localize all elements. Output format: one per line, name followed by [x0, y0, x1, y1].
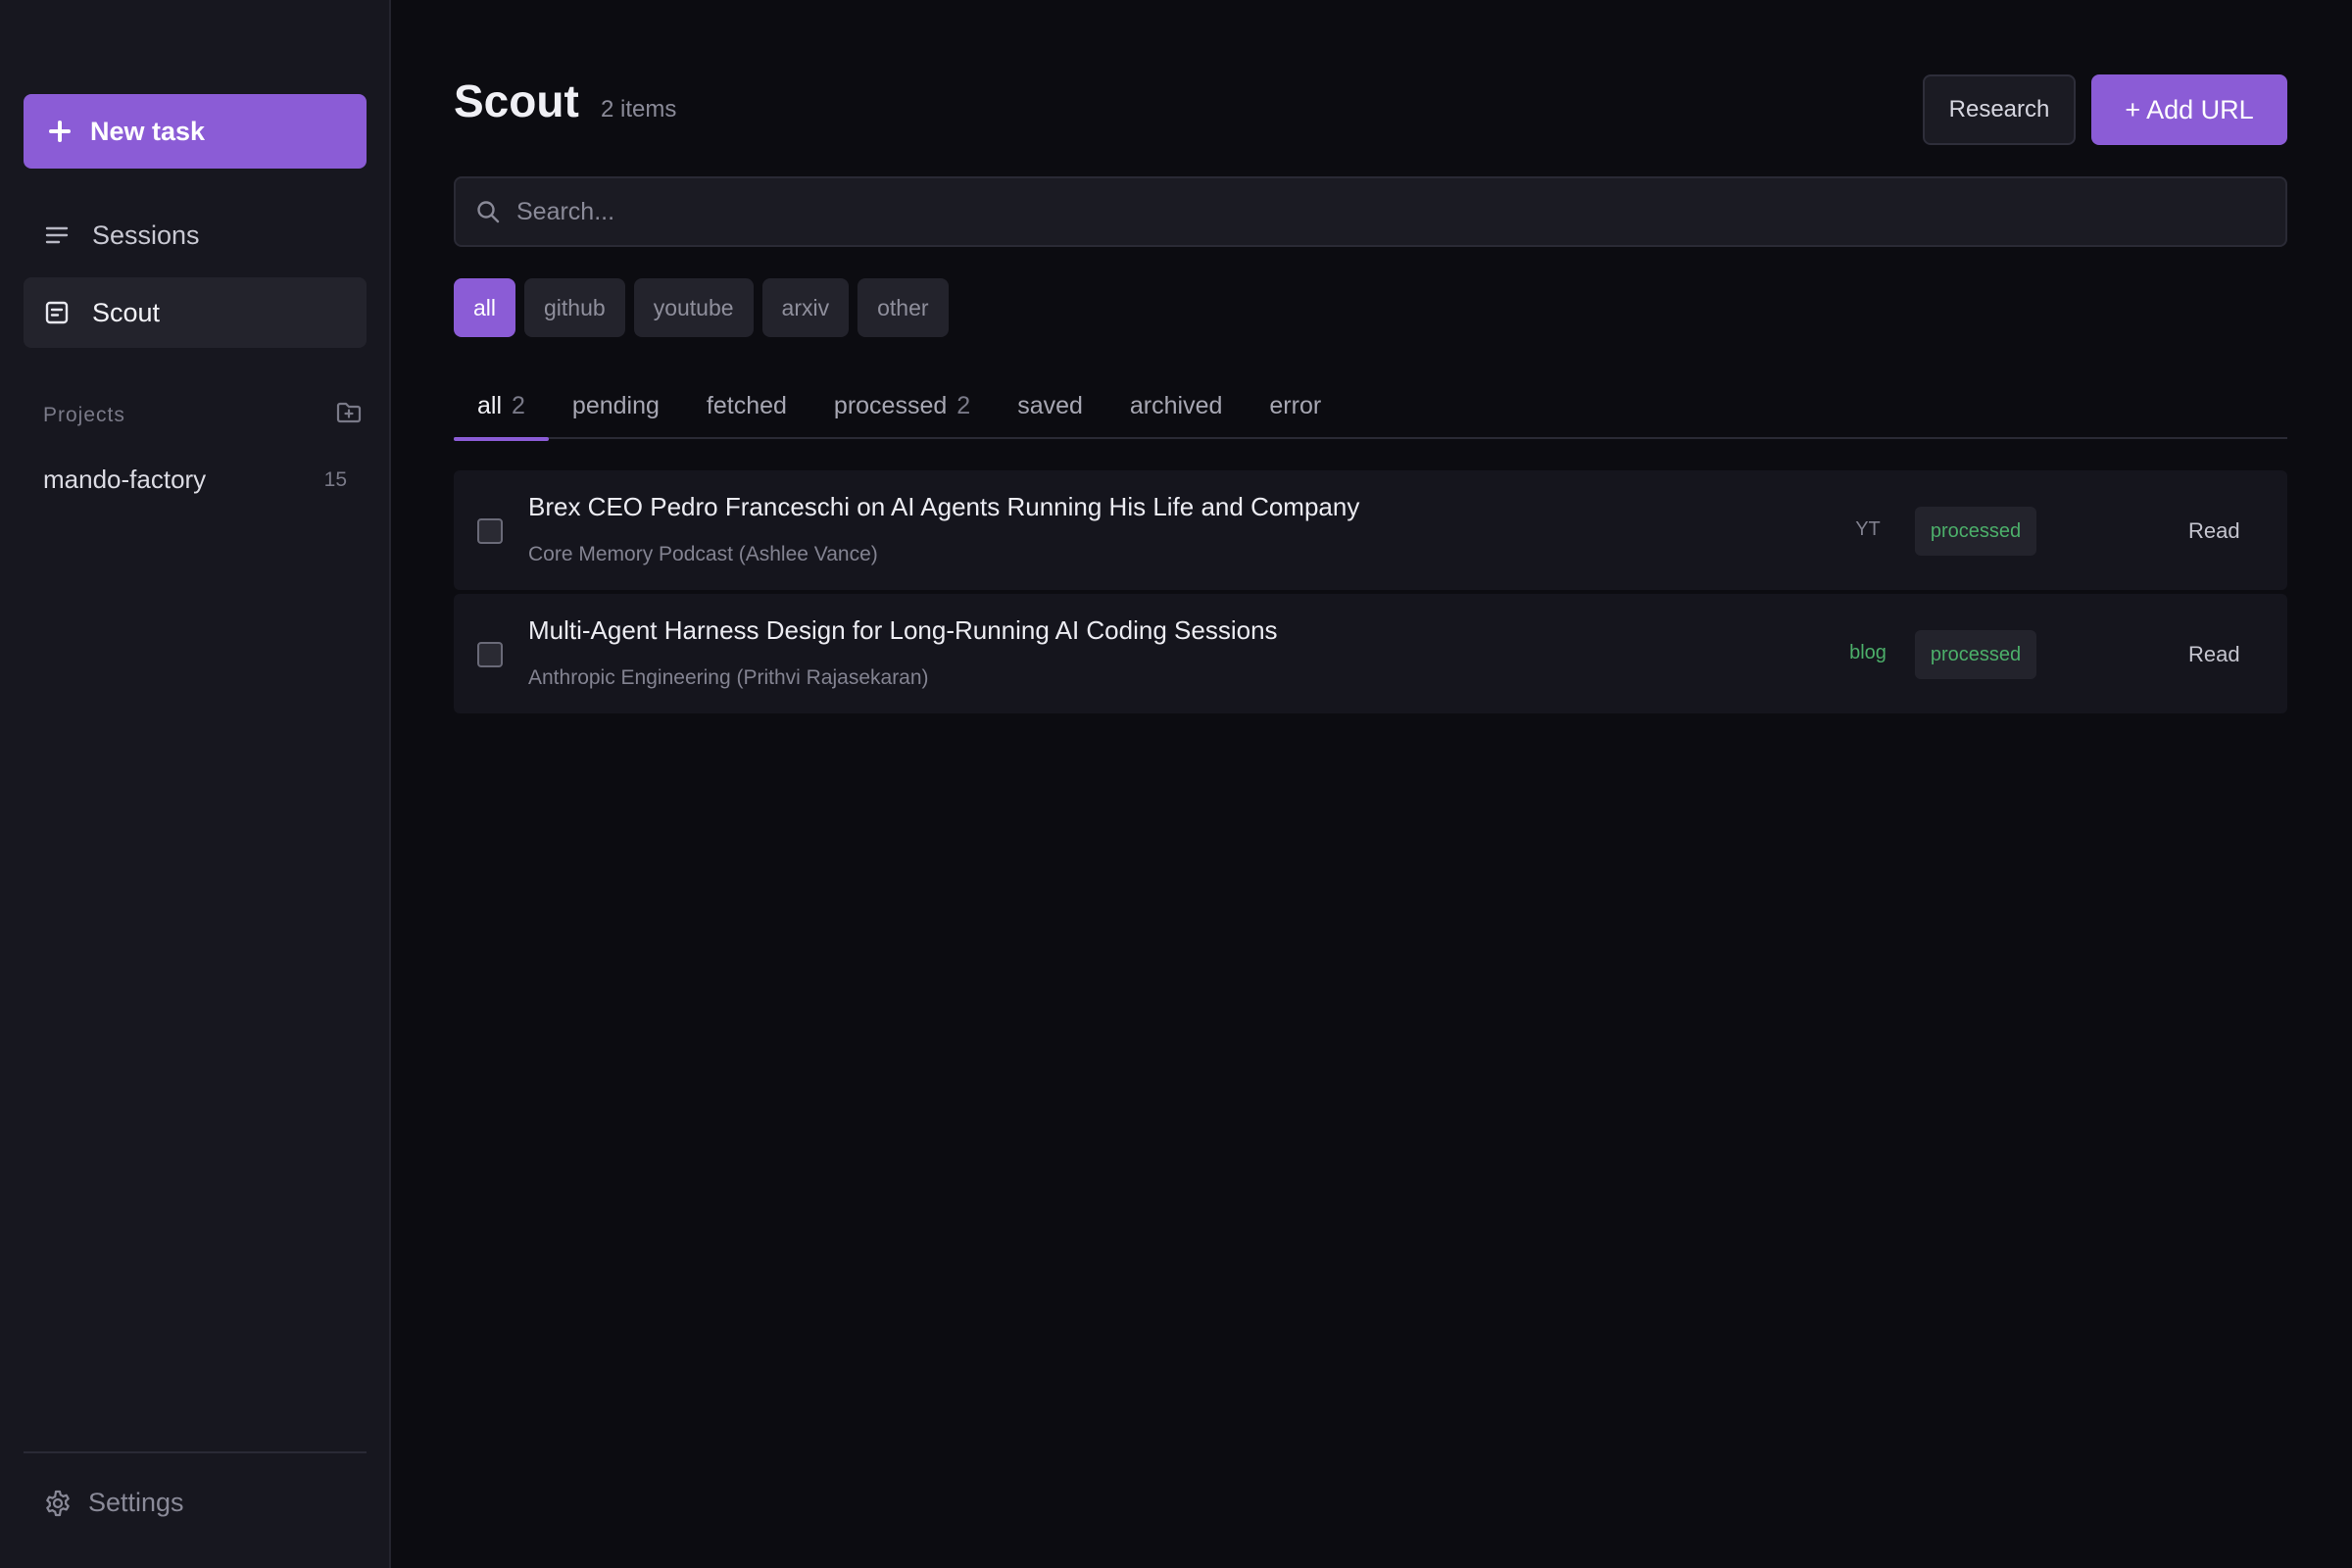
status-badge: processed: [1915, 507, 2036, 556]
row-checkbox[interactable]: [477, 642, 503, 667]
new-task-button[interactable]: New task: [24, 94, 367, 169]
main-content: Scout 2 items Research + Add URL all git…: [391, 0, 2352, 1568]
item-count: 2 items: [601, 96, 677, 122]
filter-chip-other[interactable]: other: [858, 278, 949, 337]
project-count: 15: [323, 467, 347, 491]
item-source: Anthropic Engineering (Prithvi Rajasekar…: [528, 666, 929, 689]
tab-count: 2: [512, 391, 525, 419]
status-badge: processed: [1915, 630, 2036, 679]
filter-chip-arxiv[interactable]: arxiv: [761, 278, 850, 337]
read-button[interactable]: Read: [2188, 642, 2240, 667]
source-filter-group: all github youtube arxiv other: [454, 278, 949, 337]
project-item-mando-factory[interactable]: mando-factory 15: [43, 465, 347, 495]
add-url-button[interactable]: + Add URL: [2091, 74, 2287, 145]
tab-fetched[interactable]: fetched: [683, 372, 810, 439]
tab-label: archived: [1129, 391, 1223, 419]
sidebar: New task Sessions Scout Projects mando-f…: [0, 0, 391, 1568]
projects-heading: Projects: [43, 404, 125, 426]
item-title[interactable]: Multi-Agent Harness Design for Long-Runn…: [528, 615, 1278, 646]
status-tabs: all 2 pending fetched processed 2 saved ar…: [454, 372, 2287, 441]
app-root: New task Sessions Scout Projects mando-f…: [0, 0, 2352, 1568]
research-button[interactable]: Research: [1923, 74, 2076, 145]
filter-chip-youtube[interactable]: youtube: [633, 278, 754, 337]
tab-label: error: [1269, 391, 1322, 419]
projects-header: Projects: [43, 400, 363, 431]
new-folder-icon[interactable]: [335, 400, 363, 431]
tab-label: saved: [1017, 391, 1083, 419]
menu-lines-icon: [43, 221, 71, 249]
new-task-label: New task: [90, 116, 206, 146]
list-item[interactable]: Multi-Agent Harness Design for Long-Runn…: [454, 594, 2287, 713]
tab-label: fetched: [706, 391, 787, 419]
list-item[interactable]: Brex CEO Pedro Franceschi on AI Agents R…: [454, 470, 2287, 590]
search-input[interactable]: [516, 197, 2285, 226]
sidebar-divider: [24, 1451, 367, 1453]
item-title[interactable]: Brex CEO Pedro Franceschi on AI Agents R…: [528, 492, 1359, 522]
read-button[interactable]: Read: [2188, 518, 2240, 544]
sidebar-item-sessions[interactable]: Sessions: [24, 200, 367, 270]
search-icon: [475, 199, 501, 224]
project-name: mando-factory: [43, 465, 207, 494]
filter-chip-all[interactable]: all: [454, 278, 516, 337]
tab-label: all: [477, 391, 503, 419]
tab-label: processed: [833, 391, 948, 419]
tab-count: 2: [956, 391, 971, 419]
document-icon: [43, 299, 71, 326]
item-list: Brex CEO Pedro Franceschi on AI Agents R…: [454, 470, 2287, 717]
filter-chip-github[interactable]: github: [524, 278, 625, 337]
sidebar-item-label: Sessions: [92, 220, 200, 250]
sidebar-item-label: Scout: [92, 297, 161, 327]
item-source: Core Memory Podcast (Ashlee Vance): [528, 543, 878, 565]
item-type-badge: blog: [1849, 642, 1886, 663]
sidebar-item-scout[interactable]: Scout: [24, 277, 367, 348]
tab-all[interactable]: all 2: [454, 372, 549, 441]
item-type-badge: YT: [1855, 518, 1881, 540]
search-bar: [454, 176, 2287, 247]
plus-icon: [49, 121, 71, 142]
page-title: Scout: [454, 75, 579, 126]
tab-saved[interactable]: saved: [994, 372, 1106, 439]
settings-label: Settings: [88, 1488, 184, 1517]
settings-button[interactable]: Settings: [43, 1488, 184, 1518]
row-checkbox[interactable]: [477, 518, 503, 544]
tab-error[interactable]: error: [1246, 372, 1345, 439]
tab-processed[interactable]: processed 2: [810, 372, 994, 439]
tab-pending[interactable]: pending: [549, 372, 683, 439]
tab-archived[interactable]: archived: [1106, 372, 1247, 439]
tab-label: pending: [571, 391, 660, 419]
gear-icon: [43, 1489, 73, 1518]
